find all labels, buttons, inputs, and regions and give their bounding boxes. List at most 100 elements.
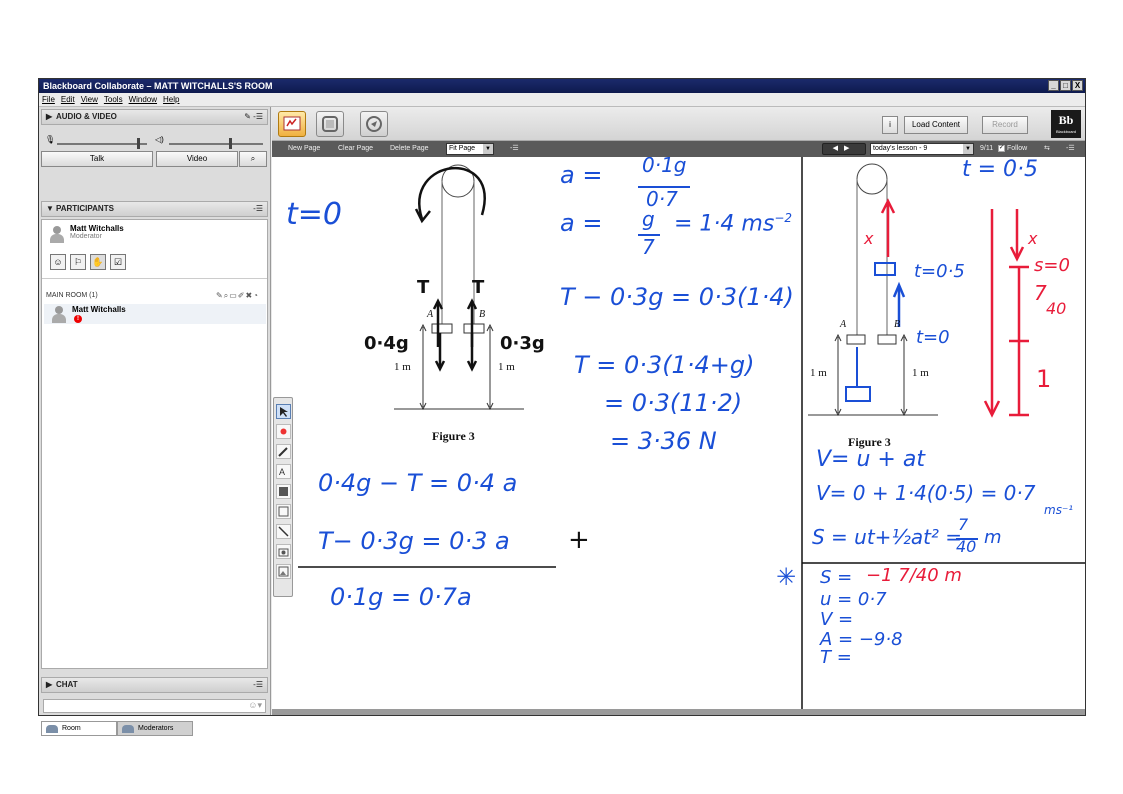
menu-edit[interactable]: Edit [61, 93, 75, 106]
video-preview-icon[interactable]: ⌕ [239, 151, 267, 167]
audio-video-header[interactable]: ▶ AUDIO & VIDEO ✎ -☰ [41, 109, 268, 125]
new-page-button[interactable]: New Page [288, 141, 320, 157]
image-tool-icon[interactable] [276, 564, 291, 579]
menu-tools[interactable]: Tools [104, 93, 123, 106]
close-button[interactable]: X [1072, 80, 1083, 91]
mic-slider[interactable] [57, 138, 147, 149]
weight-a-label: 0·4g [364, 333, 409, 354]
accel-eq-1: a = [560, 161, 603, 189]
suvat-s-value: −1 7/40 m [866, 565, 962, 586]
page-nav-buttons[interactable]: ◀▶ [822, 143, 866, 155]
rect-tool-icon[interactable] [276, 504, 291, 519]
expand-icon: ▶ [46, 680, 53, 689]
participants-header[interactable]: ▼ PARTICIPANTS -☰ [41, 201, 268, 217]
red-frac-den: 40 [1046, 299, 1067, 318]
panel-menu-icon[interactable]: -☰ [1066, 141, 1075, 157]
sync-icon[interactable]: ⇆ [1044, 141, 1050, 157]
red-frac-num: 7 [1034, 281, 1047, 305]
clear-page-button[interactable]: Clear Page [338, 141, 373, 157]
whiteboard-tool-icon[interactable] [278, 111, 306, 137]
avatar-icon [50, 226, 64, 244]
height-b-label: 1 m [498, 361, 515, 373]
expand-icon: ▶ [46, 112, 53, 121]
whiteboard-tools-palette: A [273, 397, 293, 597]
menu-window[interactable]: Window [129, 93, 157, 106]
participants-title: PARTICIPANTS [56, 204, 114, 213]
zoom-select[interactable]: Fit Page ▼ [446, 143, 494, 155]
app-share-icon[interactable] [316, 111, 344, 137]
velocity-eq-1: V= u + at [816, 447, 925, 472]
t05-position-label: t=0·5 [914, 261, 965, 282]
accel-eq-2: a = [560, 209, 603, 237]
collapse-icon: ▼ [46, 204, 54, 213]
height-b-label-right: 1 m [912, 367, 929, 379]
info-button[interactable]: i [882, 116, 898, 134]
menu-bar: File Edit View Tools Window Help [39, 93, 1085, 107]
tension-eq-3: = 0·3(11·2) [604, 389, 743, 417]
displacement-x-label-2: x [1028, 229, 1038, 248]
chat-input[interactable]: ☺▾ [43, 699, 266, 713]
tension-eq-4: = 3·36 N [610, 427, 717, 455]
self-participant: Matt Witchalls Moderator [46, 224, 124, 250]
panel-menu-icon[interactable]: -☰ [253, 678, 263, 692]
check-icon: ✓ [998, 144, 1005, 152]
t05-header: t = 0·5 [962, 157, 1039, 182]
velocity-unit: ms⁻¹ [1044, 503, 1074, 517]
talk-button[interactable]: Talk [41, 151, 153, 167]
equation-line-3: 0·1g = 0·7a [330, 583, 472, 611]
emoticon-icon[interactable]: ☺ [50, 254, 66, 270]
panel-menu-icon[interactable]: ✎ -☰ [244, 110, 263, 124]
mic-icon: 🎙 [45, 135, 56, 144]
tab-moderators-label: Moderators [138, 725, 174, 732]
menu-view[interactable]: View [81, 93, 98, 106]
load-content-button[interactable]: Load Content [904, 116, 968, 134]
suvat-t: T = [820, 647, 852, 668]
page-select[interactable]: today's lesson - 9 ▼ [870, 143, 974, 155]
particle-b-label: B [479, 309, 486, 320]
poll-icon[interactable]: ☑ [110, 254, 126, 270]
pointer-tool-icon[interactable] [276, 404, 291, 419]
page-menu-icon[interactable]: -☰ [510, 141, 519, 157]
left-panel: ▶ AUDIO & VIDEO ✎ -☰ 🎙 ◁) Talk Video ⌕ ▼… [39, 107, 271, 736]
room-participant[interactable]: Matt Witchalls ! [44, 304, 266, 324]
record-button[interactable]: Record [982, 116, 1028, 134]
page-count: 9/11 [980, 145, 994, 152]
pen-tool-icon[interactable] [276, 444, 291, 459]
bottom-tabs: Room Moderators [41, 721, 271, 737]
line-tool-icon[interactable] [276, 524, 291, 539]
chat-header[interactable]: ▶ CHAT -☰ [41, 677, 268, 693]
text-tool-icon[interactable]: A [276, 464, 291, 479]
screenshot-tool-icon[interactable] [276, 544, 291, 559]
suvat-s: S = [820, 567, 853, 588]
disp-frac-den: 40 [956, 537, 977, 556]
video-button[interactable]: Video [156, 151, 238, 167]
displacement-eq: S = ut+½at² = [812, 525, 963, 549]
svg-text:A: A [279, 467, 285, 477]
horizontal-scrollbar[interactable] [272, 709, 1085, 715]
filled-rect-tool-icon[interactable] [276, 484, 291, 499]
menu-help[interactable]: Help [163, 93, 179, 106]
emoticon-icon[interactable]: ☺▾ [248, 700, 262, 711]
follow-toggle[interactable]: ✓ Follow [998, 141, 1027, 157]
whiteboard-canvas[interactable]: t=0 T T A B 0·4g 0·3g 1 m 1 m Figure 3 0… [272, 157, 1085, 709]
maximize-button[interactable]: □ [1060, 80, 1071, 91]
frac2-numerator: g [642, 207, 655, 231]
raise-hand-icon[interactable]: ✋ [90, 254, 106, 270]
disp-unit: m [984, 527, 1002, 548]
tab-moderators[interactable]: Moderators [117, 721, 193, 736]
height-a-label: 1 m [394, 361, 411, 373]
tension-eq-1: T − 0·3g = 0·3(1·4) [560, 283, 794, 311]
red-one-label: 1 [1036, 365, 1052, 393]
delete-page-button[interactable]: Delete Page [390, 141, 429, 157]
tab-room[interactable]: Room [41, 721, 117, 736]
room-user-name: Matt Witchalls [72, 305, 126, 314]
room-permission-icons[interactable]: ✎⌕▭✐✖◔ [216, 291, 259, 301]
web-tour-icon[interactable] [360, 111, 388, 137]
menu-file[interactable]: File [42, 93, 55, 106]
laser-tool-icon[interactable] [276, 424, 291, 439]
speaker-slider[interactable] [169, 138, 263, 149]
step-away-icon[interactable]: ⚐ [70, 254, 86, 270]
minimize-button[interactable]: _ [1048, 80, 1059, 91]
tab-room-label: Room [62, 725, 81, 732]
panel-menu-icon[interactable]: -☰ [253, 202, 263, 216]
